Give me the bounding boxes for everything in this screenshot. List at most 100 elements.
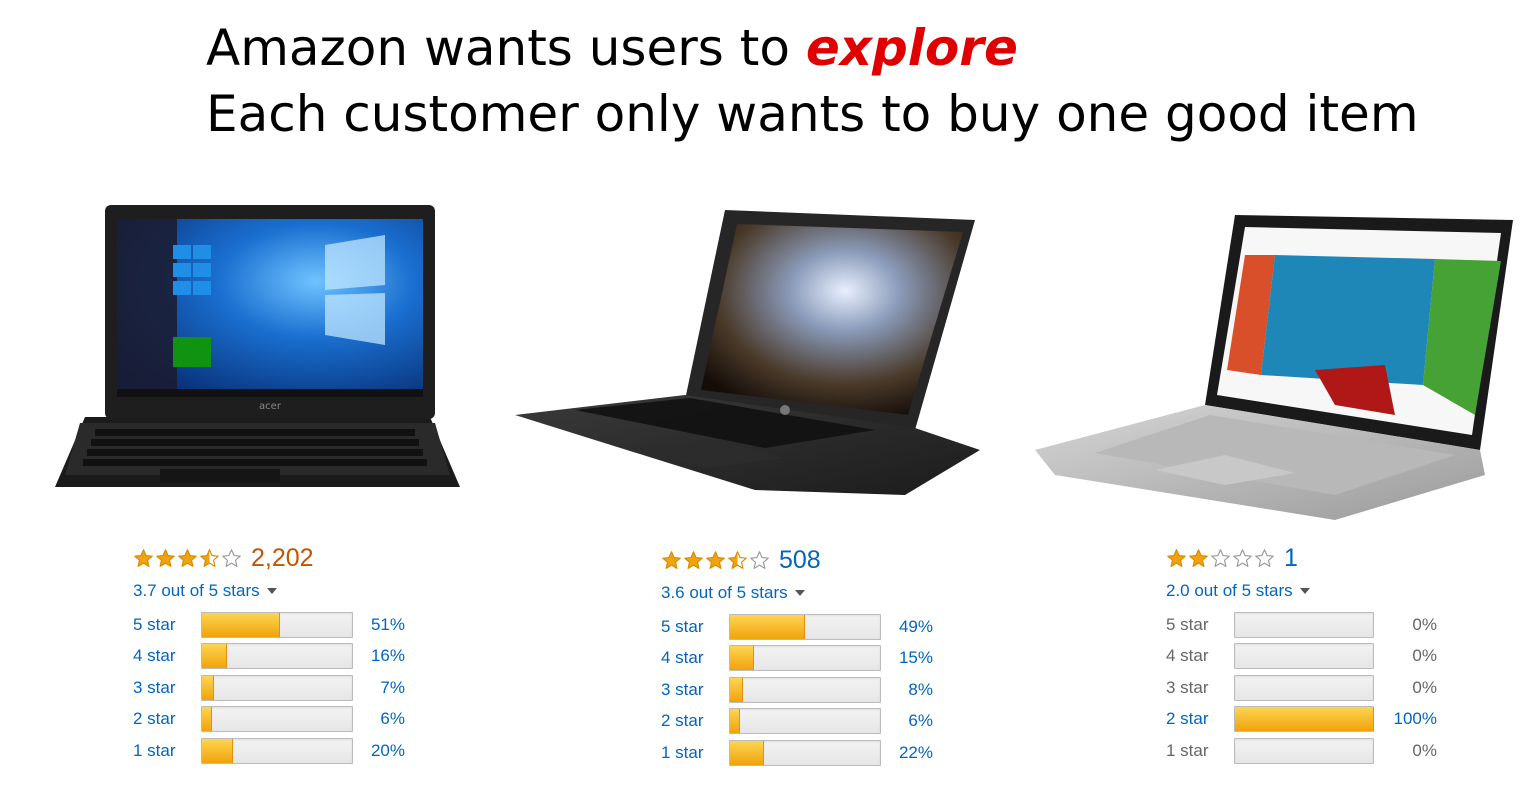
histogram-bar-fill: [1235, 707, 1374, 732]
histogram-star-label: 3 star: [661, 679, 704, 699]
svg-text:acer: acer: [259, 401, 282, 412]
review-count-link[interactable]: 2,202: [251, 544, 314, 573]
histogram-bar-fill: [730, 646, 754, 671]
histogram-bar: [201, 737, 353, 764]
histogram-percent: 0%: [1412, 646, 1437, 666]
stars-icon: [1166, 548, 1276, 569]
histogram-bar-fill: [202, 612, 280, 637]
histogram-bar-fill: [202, 675, 214, 700]
empty-star-icon: [1211, 548, 1230, 567]
empty-star-icon: [750, 550, 769, 569]
histogram-row[interactable]: 5 star 49%: [661, 611, 961, 643]
stars-icon: [661, 550, 771, 571]
histogram-percent: 0%: [1412, 614, 1437, 634]
full-star-icon: [156, 548, 175, 567]
full-star-icon: [1167, 548, 1186, 567]
rating-summary-link[interactable]: 3.6 out of 5 stars: [661, 581, 961, 605]
acer-laptop-image: acer: [55, 205, 460, 487]
lenovo-laptop-image: [1035, 215, 1513, 520]
histogram-row[interactable]: 4 star 16%: [133, 641, 433, 673]
histogram-percent: 7%: [380, 677, 405, 697]
full-star-icon: [178, 548, 197, 567]
histogram-bar: [1234, 706, 1374, 733]
histogram-star-label: 3 star: [1166, 677, 1209, 697]
half-star-icon: [200, 548, 219, 567]
histogram-row[interactable]: 1 star 20%: [133, 735, 433, 767]
empty-star-icon: [1233, 548, 1252, 567]
histogram-bar: [201, 674, 353, 701]
hp-laptop-image: [515, 210, 980, 495]
histogram-percent: 16%: [370, 646, 405, 666]
star-rating-row: 1: [1166, 541, 1466, 575]
histogram-row[interactable]: 4 star 15%: [661, 643, 961, 675]
histogram-star-label: 3 star: [133, 677, 176, 697]
histogram-row: 3 star 0%: [1166, 672, 1466, 704]
empty-star-icon: [1255, 548, 1274, 567]
stars-icon: [133, 548, 243, 569]
histogram-row[interactable]: 3 star 7%: [133, 672, 433, 704]
histogram-bar: [1234, 643, 1374, 670]
rating-summary-link[interactable]: 3.7 out of 5 stars: [133, 579, 433, 603]
histogram-bar: [729, 739, 881, 766]
histogram-percent: 0%: [1412, 740, 1437, 760]
rating-summary-text: 3.7 out of 5 stars: [133, 581, 260, 600]
histogram-bar: [729, 645, 881, 672]
rating-histogram: 5 star 51% 4 star 16% 3 star 7% 2 star 6% 1 star…: [133, 609, 433, 767]
histogram-row: 1 star 0%: [1166, 735, 1466, 767]
rating-block-acer: 2,202 3.7 out of 5 stars 5 star 51% 4 star…: [133, 541, 433, 767]
histogram-star-label: 5 star: [661, 616, 704, 636]
histogram-bar: [1234, 737, 1374, 764]
histogram-percent: 6%: [908, 711, 933, 731]
histogram-bar: [201, 706, 353, 733]
histogram-bar-fill: [202, 644, 227, 669]
headline-emphasis: explore: [805, 19, 1018, 77]
histogram-bar: [1234, 611, 1374, 638]
histogram-percent: 8%: [908, 679, 933, 699]
histogram-percent: 15%: [898, 648, 933, 668]
histogram-bar-fill: [730, 677, 743, 702]
rating-histogram: 5 star 0% 4 star 0% 3 star 0% 2 star 100% 1 star…: [1166, 609, 1466, 767]
histogram-bar-fill: [202, 707, 212, 732]
histogram-star-label: 5 star: [133, 614, 176, 634]
histogram-row[interactable]: 3 star 8%: [661, 674, 961, 706]
histogram-percent: 0%: [1412, 677, 1437, 697]
histogram-star-label: 4 star: [661, 648, 704, 668]
histogram-star-label: 4 star: [1166, 646, 1209, 666]
histogram-percent: 51%: [370, 614, 405, 634]
review-count-link[interactable]: 1: [1284, 544, 1298, 573]
star-rating-row: 508: [661, 543, 961, 577]
full-star-icon: [684, 550, 703, 569]
star-rating-row: 2,202: [133, 541, 433, 575]
half-star-icon: [728, 550, 747, 569]
histogram-row[interactable]: 2 star 6%: [661, 706, 961, 738]
empty-star-icon: [222, 548, 241, 567]
histogram-star-label: 1 star: [1166, 740, 1209, 760]
full-star-icon: [134, 548, 153, 567]
histogram-percent: 22%: [898, 742, 933, 762]
histogram-row[interactable]: 5 star 51%: [133, 609, 433, 641]
histogram-bar: [1234, 674, 1374, 701]
review-count-link[interactable]: 508: [779, 546, 821, 575]
histogram-percent: 100%: [1393, 709, 1437, 729]
histogram-bar: [729, 613, 881, 640]
dropdown-caret-icon: [266, 588, 277, 594]
histogram-row: 5 star 0%: [1166, 609, 1466, 641]
histogram-bar-fill: [730, 709, 740, 734]
histogram-star-label: 5 star: [1166, 614, 1209, 634]
histogram-star-label: 2 star: [1166, 709, 1209, 729]
histogram-row[interactable]: 1 star 22%: [661, 737, 961, 769]
histogram-bar-fill: [730, 614, 805, 639]
histogram-star-label: 1 star: [133, 740, 176, 760]
rating-histogram: 5 star 49% 4 star 15% 3 star 8% 2 star 6% 1 star…: [661, 611, 961, 769]
headline-line-1: Amazon wants users to explore: [206, 20, 1018, 76]
full-star-icon: [1189, 548, 1208, 567]
histogram-bar-fill: [730, 740, 764, 765]
full-star-icon: [706, 550, 725, 569]
histogram-percent: 6%: [380, 709, 405, 729]
full-star-icon: [662, 550, 681, 569]
histogram-row[interactable]: 2 star 100%: [1166, 704, 1466, 736]
histogram-row[interactable]: 2 star 6%: [133, 704, 433, 736]
histogram-star-label: 4 star: [133, 646, 176, 666]
rating-summary-link[interactable]: 2.0 out of 5 stars: [1166, 579, 1466, 603]
histogram-bar-fill: [202, 738, 233, 763]
